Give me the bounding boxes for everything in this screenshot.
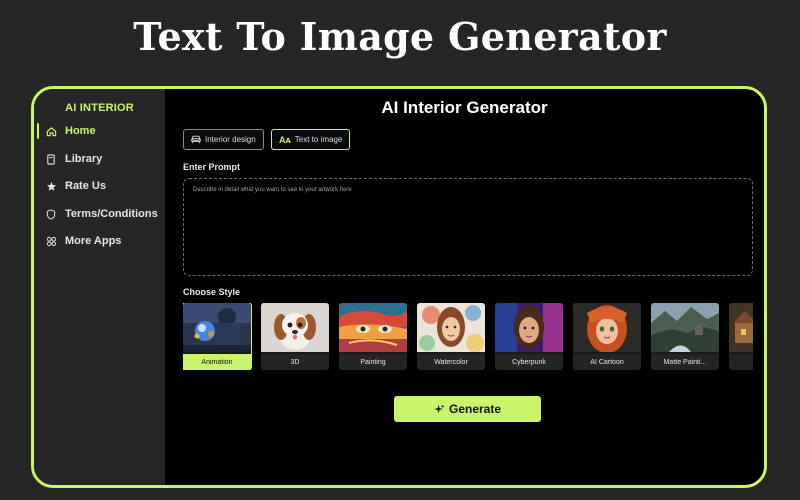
prompt-placeholder: Describe in detail what you want to see …	[193, 187, 352, 193]
sparkle-icon	[434, 403, 445, 415]
tab-text-to-image[interactable]: Aᴀ Text to image	[271, 129, 351, 150]
style-thumbnail	[729, 303, 753, 352]
prompt-label: Enter Prompt	[183, 162, 241, 172]
style-thumbnail	[339, 303, 407, 352]
generate-label: Generate	[448, 402, 502, 416]
style-card-label: F	[729, 354, 753, 370]
style-card-ai-cartoon[interactable]: AI Cartoon	[573, 303, 641, 370]
page-headline: Text To Image Generator	[133, 14, 667, 59]
sidebar-item-library[interactable]: Library	[34, 148, 165, 170]
shield-icon	[44, 207, 58, 221]
active-indicator	[37, 123, 39, 139]
app-window: AI INTERIOR Home Library Rate Us Terms/C…	[31, 86, 767, 488]
style-card-label: Matte Painti...	[651, 354, 719, 370]
style-card-watercolor[interactable]: Watercolor	[417, 303, 485, 370]
style-card-cyberpunk[interactable]: Cyberpunk	[495, 303, 563, 370]
text-icon: Aᴀ	[279, 134, 291, 145]
sidebar-item-rate-us[interactable]: Rate Us	[34, 175, 165, 197]
main-panel: AI Interior Generator Interior design Aᴀ…	[165, 89, 764, 485]
style-thumbnail	[417, 303, 485, 352]
sidebar-item-label: Home	[65, 125, 96, 137]
sidebar-item-home[interactable]: Home	[34, 120, 165, 142]
star-icon	[44, 179, 58, 193]
style-card-3d[interactable]: 3D	[261, 303, 329, 370]
style-card-painting[interactable]: Painting	[339, 303, 407, 370]
style-card-label: Painting	[339, 354, 407, 370]
style-card-label: Animation	[183, 354, 251, 370]
style-card-label: Cyberpunk	[495, 354, 563, 370]
style-card-label: Watercolor	[417, 354, 485, 370]
book-icon	[44, 152, 58, 166]
sidebar-item-more-apps[interactable]: More Apps	[34, 230, 165, 252]
home-icon	[44, 124, 58, 138]
style-thumbnail	[651, 303, 719, 352]
style-thumbnail	[495, 303, 563, 352]
style-card-partial[interactable]: F	[729, 303, 753, 370]
sidebar-item-label: Terms/Conditions	[65, 208, 158, 220]
tab-label: Interior design	[205, 135, 256, 144]
style-card-matte-painting[interactable]: Matte Painti...	[651, 303, 719, 370]
style-card-label: 3D	[261, 354, 329, 370]
sidebar: AI INTERIOR Home Library Rate Us Terms/C…	[34, 89, 165, 485]
sidebar-item-terms[interactable]: Terms/Conditions	[34, 203, 165, 225]
sidebar-item-label: More Apps	[65, 235, 122, 247]
page-title: AI Interior Generator	[381, 98, 548, 117]
grid-icon	[44, 234, 58, 248]
style-card-animation[interactable]: Animation	[183, 303, 252, 370]
style-carousel[interactable]: Animation 3D Painting Watercolor Cyberpu…	[183, 303, 753, 370]
generate-button[interactable]: Generate	[394, 396, 541, 422]
style-thumbnail	[183, 303, 251, 352]
style-card-label: AI Cartoon	[573, 354, 641, 370]
tab-label: Text to image	[294, 135, 343, 144]
sofa-icon	[191, 135, 201, 144]
brand-label: AI INTERIOR	[65, 102, 134, 114]
sidebar-item-label: Library	[65, 153, 103, 165]
style-label: Choose Style	[183, 287, 241, 297]
prompt-input[interactable]: Describe in detail what you want to see …	[183, 178, 753, 276]
style-thumbnail	[261, 303, 329, 352]
tab-interior-design[interactable]: Interior design	[183, 129, 264, 150]
sidebar-item-label: Rate Us	[65, 180, 106, 192]
style-thumbnail	[573, 303, 641, 353]
